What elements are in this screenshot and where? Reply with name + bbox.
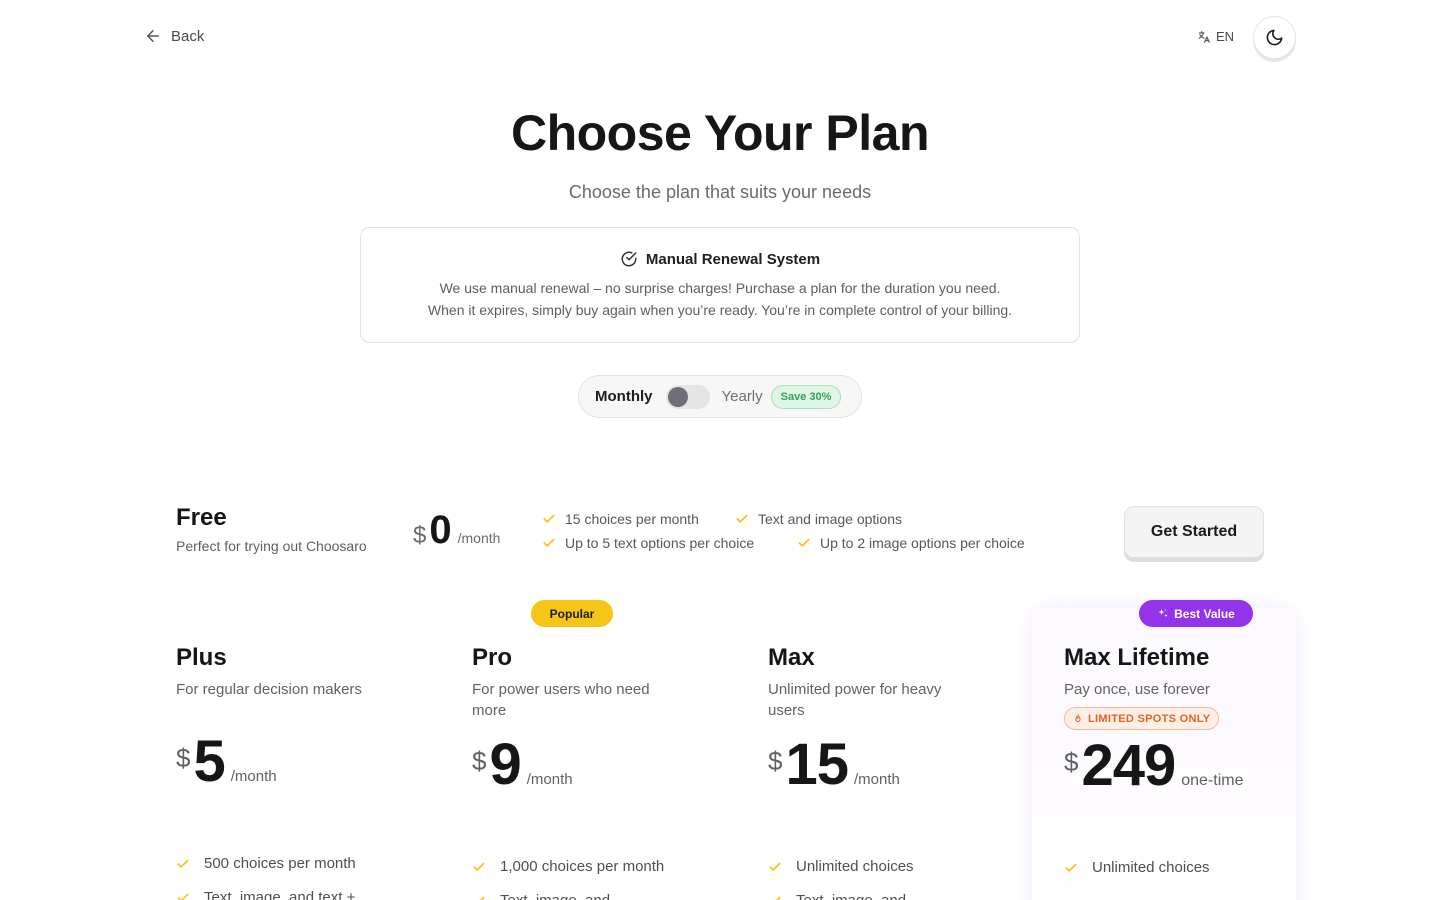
plan-feature: Text, image, and [768,892,906,900]
feature-label: 1,000 choices per month [500,858,665,875]
plan-name: Pro [472,644,513,671]
free-plan-price: $ 0 /month [413,508,500,553]
language-label: EN [1216,29,1235,44]
check-circle-icon [621,251,637,267]
currency-symbol: $ [413,522,427,549]
check-icon [177,859,189,868]
check-icon [769,862,781,871]
best-value-badge: Best Value [1139,600,1253,627]
switch-knob [667,386,688,407]
plan-card-max-lifetime: Best Value Max Lifetime Pay once, use fo… [1064,600,1328,900]
save-badge: Save 30% [770,384,842,409]
page-title: Choose Your Plan [510,105,930,161]
currency-symbol: $ [768,746,783,776]
price-period: one-time [1181,772,1244,789]
currency-symbol: $ [1064,747,1079,777]
free-plan: Free Perfect for trying out Choosaro $ 0… [176,500,1266,562]
plan-card-max: Max Unlimited power for heavy users $ 15… [768,600,1032,900]
price-amount: 5 [193,729,225,794]
currency-symbol: $ [176,743,191,773]
feature-label: Text, image, and text + [204,889,356,900]
check-icon [543,514,555,523]
feature-label: 15 choices per month [565,511,699,527]
price-amount: 15 [785,732,849,797]
price-period: /month [230,768,277,785]
free-plan-description: Perfect for trying out Choosaro [176,538,367,554]
plan-card-pro: Popular Pro For power users who need mor… [472,600,736,900]
plan-feature: Text, image, and text + [176,889,355,900]
best-value-label: Best Value [1174,606,1235,621]
feature-label: Text and image options [758,511,902,527]
price-amount: 0 [429,508,452,552]
arrow-left-icon [147,30,159,42]
check-icon [177,893,189,900]
check-icon [798,538,810,547]
plan-feature: 500 choices per month [176,855,356,872]
back-button[interactable]: Back [144,27,204,45]
plan-feature: 1,000 choices per month [472,858,664,875]
free-plan-name: Free [176,504,227,531]
theme-toggle-button[interactable] [1253,16,1296,59]
translate-icon [1198,30,1210,43]
plan-feature: Unlimited choices [768,858,914,875]
monthly-label[interactable]: Monthly [595,388,653,405]
price-amount: 249 [1081,733,1176,798]
plan-feature: Text, image, and [472,892,610,900]
back-label: Back [171,27,205,45]
plan-name: Max [768,644,815,671]
feature-label: Unlimited choices [1092,859,1210,876]
check-icon [473,862,485,871]
notice-header: Manual Renewal System [361,250,1079,268]
free-feature: Up to 2 image options per choice [797,535,1025,551]
billing-switch[interactable] [665,384,710,409]
language-switcher[interactable]: EN [1197,29,1234,44]
plan-card-plus: Plus For regular decision makers $ 5 /mo… [176,600,440,900]
top-bar: Back EN [0,0,1440,76]
feature-label: Text, image, and [796,892,906,900]
free-feature: Text and image options [735,511,902,527]
free-feature: Up to 5 text options per choice [542,535,754,551]
plan-description: Pay once, use forever [1064,681,1210,698]
free-feature: 15 choices per month [542,511,699,527]
moon-icon [1266,29,1283,46]
plan-name: Max Lifetime [1064,644,1210,671]
limited-spots-label: LIMITED SPOTS ONLY [1088,712,1211,725]
feature-label: Text, image, and [500,892,610,900]
flame-icon [1075,713,1081,722]
plan-feature: Unlimited choices [1064,859,1210,876]
sparkles-icon [1158,608,1168,617]
check-icon [543,538,555,547]
check-icon [769,896,781,900]
check-icon [736,514,748,523]
notice-text-1: We use manual renewal – no surprise char… [439,280,1001,296]
notice-text-2: When it expires, simply buy again when y… [427,302,1013,318]
notice-title: Manual Renewal System [645,250,821,268]
check-icon [1065,863,1077,872]
feature-label: Unlimited choices [796,858,914,875]
plan-description: For regular decision makers [176,681,362,698]
page-subtitle: Choose the plan that suits your needs [568,182,872,202]
get-started-button[interactable]: Get Started [1124,506,1264,558]
plan-description: For power users who need more [472,681,650,719]
plan-name: Plus [176,644,227,671]
popular-badge: Popular [531,600,613,627]
plan-price: $ 9 /month [472,731,573,798]
price-period: /month [853,771,900,788]
plan-price: $ 5 /month [176,728,277,795]
feature-label: Up to 5 text options per choice [565,535,755,551]
price-period: /month [457,530,501,546]
yearly-label[interactable]: Yearly [722,388,763,405]
renewal-notice: Manual Renewal System We use manual rene… [360,227,1080,343]
plan-description: Unlimited power for heavy users [768,681,942,719]
check-icon [473,896,485,900]
plan-price: $ 249 one-time [1064,732,1244,799]
price-period: /month [526,771,573,788]
plan-price: $ 15 /month [768,731,900,798]
limited-spots-badge: LIMITED SPOTS ONLY [1064,707,1220,730]
currency-symbol: $ [472,746,487,776]
billing-toggle: Monthly Yearly Save 30% [578,375,862,418]
feature-label: 500 choices per month [204,855,356,872]
price-amount: 9 [489,732,521,797]
feature-label: Up to 2 image options per choice [820,535,1025,551]
